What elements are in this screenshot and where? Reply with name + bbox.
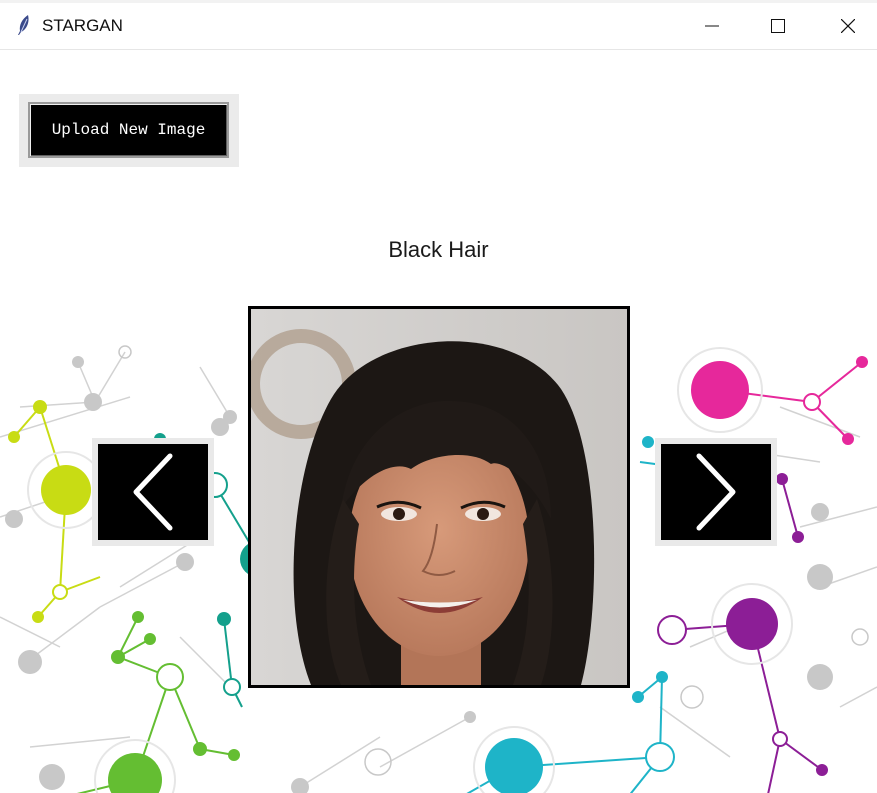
previous-attribute-button[interactable] bbox=[92, 438, 214, 546]
minimize-button[interactable] bbox=[683, 3, 741, 49]
chevron-right-icon bbox=[696, 453, 736, 531]
attribute-label: Black Hair bbox=[388, 237, 489, 262]
close-icon bbox=[841, 19, 855, 33]
feather-icon bbox=[18, 15, 29, 35]
title-bar[interactable]: STARGAN bbox=[0, 0, 877, 50]
title-bar-edge bbox=[0, 0, 877, 3]
next-attribute-button[interactable] bbox=[655, 438, 777, 546]
close-button[interactable] bbox=[819, 3, 877, 49]
chevron-left-icon bbox=[133, 453, 173, 531]
face-portrait-illustration bbox=[246, 309, 627, 685]
app-canvas: Upload New Image Black Hair bbox=[0, 50, 877, 793]
upload-new-image-button[interactable]: Upload New Image bbox=[28, 102, 229, 158]
window-title: STARGAN bbox=[42, 16, 123, 35]
previous-button-face bbox=[98, 444, 208, 540]
portrait-image bbox=[246, 306, 630, 688]
next-button-face bbox=[661, 444, 771, 540]
minimize-icon bbox=[705, 25, 719, 27]
maximize-button[interactable] bbox=[749, 3, 807, 49]
upload-button-frame: Upload New Image bbox=[19, 94, 239, 167]
maximize-icon bbox=[771, 19, 785, 33]
